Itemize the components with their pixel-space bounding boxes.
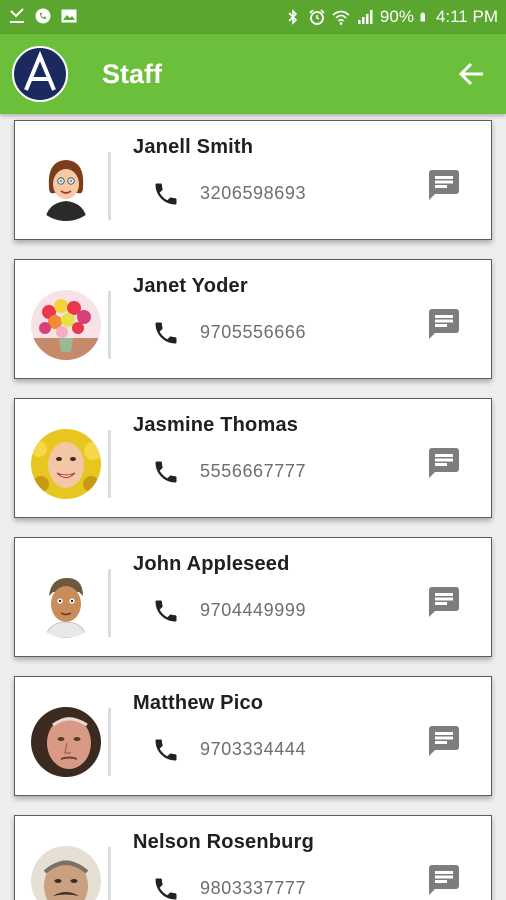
staff-name: Matthew Pico bbox=[133, 692, 264, 714]
cartoon-man-avatar bbox=[31, 568, 101, 638]
staff-name: John Appleseed bbox=[133, 553, 290, 575]
phone-icon[interactable] bbox=[152, 319, 180, 347]
avatar bbox=[31, 568, 101, 638]
staff-card[interactable]: John Appleseed 9704449999 bbox=[14, 537, 492, 657]
signal-icon bbox=[357, 10, 373, 24]
smiling-woman-avatar bbox=[31, 429, 101, 499]
divider bbox=[108, 708, 111, 776]
phone-icon[interactable] bbox=[152, 597, 180, 625]
bluetooth-icon bbox=[288, 9, 298, 25]
message-icon[interactable] bbox=[425, 306, 463, 342]
phone-number[interactable]: 3206598693 bbox=[200, 182, 306, 204]
phone-number[interactable]: 5556667777 bbox=[200, 460, 306, 482]
phone-number[interactable]: 9803337777 bbox=[200, 877, 306, 899]
staff-card[interactable]: Nelson Rosenburg 9803337777 bbox=[14, 815, 492, 900]
divider bbox=[108, 430, 111, 498]
man-with-mustache-avatar bbox=[31, 846, 101, 900]
logo-a-icon bbox=[12, 46, 68, 102]
image-icon bbox=[61, 9, 77, 23]
divider bbox=[108, 291, 111, 359]
phone-icon[interactable] bbox=[152, 875, 180, 900]
status-bar-right: 90% 4:11 PM bbox=[284, 7, 498, 27]
staff-name: Janet Yoder bbox=[133, 275, 248, 297]
wifi-icon bbox=[332, 10, 350, 25]
phone-number[interactable]: 9703334444 bbox=[200, 738, 306, 760]
arrow-back-icon[interactable] bbox=[456, 58, 488, 90]
download-icon bbox=[10, 8, 24, 23]
phone-icon[interactable] bbox=[152, 458, 180, 486]
phone-number[interactable]: 9705556666 bbox=[200, 321, 306, 343]
divider bbox=[108, 569, 111, 637]
staff-card[interactable]: Jasmine Thomas 5556667777 bbox=[14, 398, 492, 518]
message-icon[interactable] bbox=[425, 723, 463, 759]
message-icon[interactable] bbox=[425, 862, 463, 898]
whatsapp-icon bbox=[35, 8, 51, 24]
page-title: Staff bbox=[102, 59, 162, 89]
staff-name: Janell Smith bbox=[133, 136, 254, 158]
avatar bbox=[31, 429, 101, 499]
clock: 4:11 PM bbox=[435, 7, 498, 26]
status-bar-left bbox=[8, 7, 78, 25]
phone-icon[interactable] bbox=[152, 180, 180, 208]
avatar bbox=[31, 707, 101, 777]
older-man-avatar bbox=[31, 707, 101, 777]
staff-card[interactable]: Janet Yoder 9705556666 bbox=[14, 259, 492, 379]
alarm-icon bbox=[309, 9, 325, 25]
staff-card[interactable]: Matthew Pico 9703334444 bbox=[14, 676, 492, 796]
avatar bbox=[31, 846, 101, 900]
divider bbox=[108, 152, 111, 220]
message-icon[interactable] bbox=[425, 584, 463, 620]
avatar bbox=[31, 290, 101, 360]
flower-bouquet-avatar bbox=[31, 290, 101, 360]
message-icon[interactable] bbox=[425, 167, 463, 203]
phone-number[interactable]: 9704449999 bbox=[200, 599, 306, 621]
battery-percentage: 90% bbox=[379, 7, 414, 26]
staff-card[interactable]: Janell Smith 3206598693 bbox=[14, 120, 492, 240]
phone-icon[interactable] bbox=[152, 736, 180, 764]
staff-name: Jasmine Thomas bbox=[133, 414, 299, 436]
app-bar: Staff bbox=[0, 34, 506, 114]
avatar bbox=[31, 151, 101, 221]
battery-icon bbox=[420, 12, 425, 22]
divider bbox=[108, 847, 111, 900]
staff-name: Nelson Rosenburg bbox=[133, 831, 314, 853]
cartoon-woman-avatar bbox=[31, 151, 101, 221]
message-icon[interactable] bbox=[425, 445, 463, 481]
status-bar: 90% 4:11 PM bbox=[0, 0, 506, 34]
staff-list: Janell Smith 3206598693 Janet Yoder 9705… bbox=[0, 114, 506, 900]
